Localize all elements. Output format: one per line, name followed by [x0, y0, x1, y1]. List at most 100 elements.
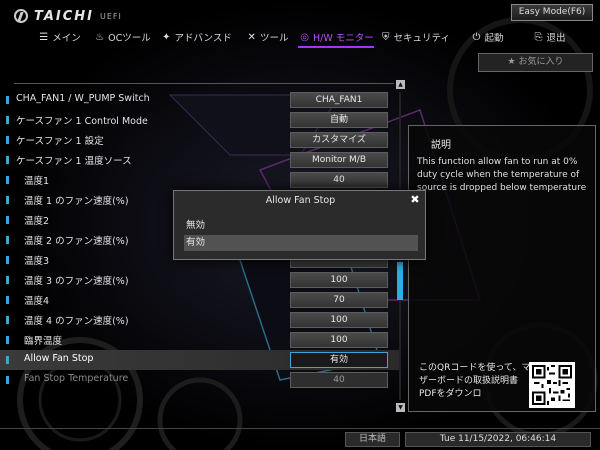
footer-divider — [0, 428, 600, 429]
setting-row-selected[interactable]: Allow Fan Stop 有効 — [0, 350, 400, 370]
setting-label: 温度 3 のファン速度(%) — [24, 276, 129, 287]
row-bullet — [6, 156, 9, 164]
setting-value[interactable]: 70 — [290, 292, 388, 308]
logo-text: TAICHI — [34, 8, 95, 24]
setting-value[interactable]: 100 — [290, 332, 388, 348]
logo-sub-text: UEFI — [100, 11, 122, 21]
taichi-logo-icon — [14, 9, 28, 23]
row-bullet — [6, 176, 9, 184]
setting-value[interactable]: 有効 — [290, 352, 388, 368]
tab-hw-monitor[interactable]: ◎ H/W モニター — [298, 26, 376, 48]
setting-label: 温度1 — [24, 176, 50, 187]
tab-hw-monitor-label: H/W モニター — [312, 33, 374, 44]
option-disabled[interactable]: 無効 — [184, 218, 418, 234]
row-bullet — [6, 96, 9, 104]
setting-value[interactable]: 100 — [290, 272, 388, 288]
row-bullet — [6, 196, 9, 204]
row-bullet — [6, 356, 9, 364]
setting-value[interactable]: 自動 — [290, 112, 388, 128]
setting-label: 温度 2 のファン速度(%) — [24, 236, 129, 247]
setting-value[interactable]: 100 — [290, 312, 388, 328]
flame-icon: ♨ — [95, 31, 105, 43]
setting-row[interactable]: ケースファン 1 温度ソース Monitor M/B — [0, 150, 400, 170]
qr-code — [529, 362, 575, 408]
dialog-title: Allow Fan Stop — [265, 195, 336, 206]
setting-row[interactable]: ケースファン 1 設定 カスタマイズ — [0, 130, 400, 150]
setting-label: 温度2 — [24, 216, 50, 227]
row-bullet — [6, 216, 9, 224]
tab-main-label: メイン — [52, 33, 81, 44]
setting-label: Allow Fan Stop — [24, 353, 94, 364]
description-panel: 説明 This function allow fan to run at 0% … — [408, 125, 596, 412]
tab-main[interactable]: ☰ メイン — [30, 26, 90, 48]
setting-label: 温度 4 のファン速度(%) — [24, 316, 129, 327]
row-bullet — [6, 296, 9, 304]
main-nav: ☰ メイン ♨ OCツール ✦ アドバンスド ✕ ツール ◎ H/W モニター ⛨ セキュリ… — [0, 26, 600, 48]
scrollbar-thumb[interactable] — [397, 262, 403, 300]
datetime-display: Tue 11/15/2022, 06:46:14 — [405, 432, 591, 447]
favorite-button[interactable]: ★ お気に入り — [478, 53, 593, 72]
setting-label: CHA_FAN1 / W_PUMP Switch — [16, 93, 150, 104]
qr-caption: このQRコードを使って、マザーボードの取扱説明書PDFをダウンロ — [419, 363, 531, 399]
setting-row[interactable]: Fan Stop Temperature 40 — [0, 370, 400, 390]
tab-tools[interactable]: ✕ ツール — [238, 26, 298, 48]
star-icon: ✦ — [162, 31, 171, 43]
tab-security[interactable]: ⛨ セキュリティ — [376, 26, 456, 48]
taichi-logo: TAICHI UEFI — [14, 8, 122, 24]
tab-advanced[interactable]: ✦ アドバンスド — [156, 26, 238, 48]
setting-value[interactable]: 40 — [290, 372, 388, 388]
tab-advanced-label: アドバンスド — [174, 33, 232, 44]
setting-row[interactable]: 温度 4 のファン速度(%) 100 — [0, 310, 400, 330]
setting-row[interactable]: 温度4 70 — [0, 290, 400, 310]
option-enabled[interactable]: 有効 — [184, 235, 418, 251]
star-icon: ★ — [507, 57, 519, 67]
allow-fan-stop-dialog: Allow Fan Stop ✖ 無効 有効 — [173, 190, 426, 260]
tab-exit-label: 退出 — [546, 33, 566, 44]
row-bullet — [6, 336, 9, 344]
setting-label: Fan Stop Temperature — [24, 373, 129, 384]
setting-row[interactable]: ケースファン 1 Control Mode 自動 — [0, 110, 400, 130]
tab-oc-tools[interactable]: ♨ OCツール — [90, 26, 156, 48]
scroll-down-arrow-icon[interactable]: ▼ — [396, 403, 405, 412]
row-bullet — [6, 376, 9, 384]
row-bullet — [6, 116, 9, 124]
setting-value[interactable]: 40 — [290, 172, 388, 188]
description-title: 説明 — [431, 140, 451, 151]
favorite-label: お気に入り — [518, 57, 564, 67]
setting-value[interactable]: カスタマイズ — [290, 132, 388, 148]
setting-row[interactable]: 温度1 40 — [0, 170, 400, 190]
setting-value[interactable]: CHA_FAN1 — [290, 92, 388, 108]
row-bullet — [6, 316, 9, 324]
setting-value[interactable]: Monitor M/B — [290, 152, 388, 168]
row-bullet — [6, 256, 9, 264]
monitor-icon: ◎ — [300, 31, 309, 43]
setting-row[interactable]: CHA_FAN1 / W_PUMP Switch CHA_FAN1 — [0, 90, 400, 110]
row-bullet — [6, 236, 9, 244]
setting-label: 臨界温度 — [24, 336, 63, 347]
setting-row[interactable]: 温度 3 のファン速度(%) 100 — [0, 270, 400, 290]
tab-exit[interactable]: ⎘ 退出 — [520, 26, 580, 48]
language-button[interactable]: 日本語 — [345, 432, 400, 447]
tab-security-label: セキュリティ — [393, 33, 450, 44]
tools-icon: ✕ — [247, 31, 256, 43]
active-tab-underline — [298, 46, 374, 48]
setting-label: ケースファン 1 Control Mode — [16, 116, 148, 127]
setting-label: 温度4 — [24, 296, 50, 307]
divider — [14, 83, 394, 84]
tab-oc-tools-label: OCツール — [108, 33, 151, 44]
close-icon[interactable]: ✖ — [409, 194, 421, 206]
tab-boot[interactable]: ⏻ 起動 — [456, 26, 520, 48]
setting-label: 温度3 — [24, 256, 50, 267]
setting-row[interactable]: 臨界温度 100 — [0, 330, 400, 350]
row-bullet — [6, 136, 9, 144]
scroll-up-arrow-icon[interactable]: ▲ — [396, 80, 405, 89]
setting-label: ケースファン 1 設定 — [16, 136, 104, 147]
row-bullet — [6, 276, 9, 284]
setting-label: 温度 1 のファン速度(%) — [24, 196, 129, 207]
menu-icon: ☰ — [39, 31, 49, 43]
power-icon: ⏻ — [472, 31, 481, 43]
shield-icon: ⛨ — [382, 31, 390, 43]
tab-tools-label: ツール — [259, 33, 289, 44]
easy-mode-button[interactable]: Easy Mode(F6) — [511, 4, 593, 21]
exit-icon: ⎘ — [534, 31, 543, 43]
